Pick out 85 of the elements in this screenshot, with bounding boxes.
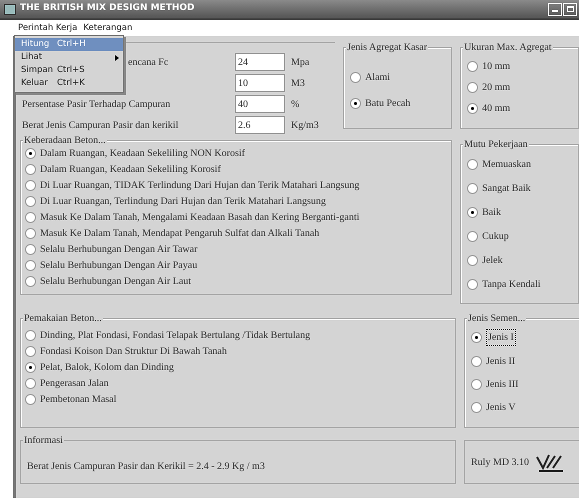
version-text: Ruly MD 3.10: [471, 456, 530, 470]
radio-label: Alami: [365, 71, 390, 85]
radio-button[interactable]: [467, 82, 478, 93]
radio-button[interactable]: [467, 279, 478, 290]
radio-label: Sangat Baik: [482, 182, 531, 196]
radio-button[interactable]: [471, 402, 482, 413]
radio-label: Jenis I: [486, 329, 516, 346]
radio-button[interactable]: [25, 378, 36, 389]
group-title: Mutu Pekerjaan: [463, 137, 529, 152]
unit-label: Kg/m3: [291, 118, 319, 132]
radio-label: 40 mm: [482, 102, 510, 116]
maximize-button[interactable]: [563, 2, 577, 16]
radio-label: Jelek: [482, 254, 503, 268]
radio-label: Tanpa Kendali: [482, 278, 541, 292]
radio-label: Selalu Berhubungan Dengan Air Tawar: [40, 243, 198, 257]
unit-label: M3: [291, 76, 305, 90]
radio-button[interactable]: [467, 183, 478, 194]
radio-button[interactable]: [467, 231, 478, 242]
app-icon: [4, 4, 16, 14]
radio-button[interactable]: [350, 98, 362, 109]
radio-label: Jenis III: [486, 378, 518, 392]
radio-button[interactable]: [467, 159, 478, 170]
radio-button[interactable]: [25, 346, 36, 357]
radio-label: Batu Pecah: [365, 97, 410, 111]
radio-button[interactable]: [25, 228, 36, 239]
window-title: THE BRITISH MIX DESIGN METHOD: [20, 2, 195, 16]
radio-label: Dinding, Plat Fondasi, Fondasi Telapak Bertulang /Tidak Bertulang: [40, 329, 310, 343]
radio-button[interactable]: [25, 164, 36, 175]
radio-label: Pelat, Balok, Kolom dan Dinding: [40, 361, 174, 375]
radio-label: Jenis V: [486, 401, 516, 415]
radio-button[interactable]: [471, 332, 482, 343]
radio-button[interactable]: [25, 180, 36, 191]
group-title: Ukuran Max. Agregat: [463, 40, 553, 55]
radio-label: Dalam Ruangan, Keadaan Sekeliling NON Korosif: [40, 147, 245, 161]
input-field[interactable]: 2.6: [235, 116, 285, 134]
radio-label: Dalam Ruangan, Keadaan Sekeliling Korosif: [40, 163, 221, 177]
radio-button[interactable]: [467, 255, 478, 266]
menu-item[interactable]: Keterangan: [83, 24, 132, 32]
radio-label: Cukup: [482, 230, 509, 244]
radio-label: Di Luar Ruangan, TIDAK Terlindung Dari Hujan dan Terik Matahari Langsung: [40, 179, 360, 193]
radio-button[interactable]: [471, 356, 482, 367]
radio-label: Baik: [482, 206, 501, 220]
radio-label: Selalu Berhubungan Dengan Air Laut: [40, 275, 192, 289]
minimize-button[interactable]: [548, 2, 562, 16]
radio-label: Pembetonan Masal: [40, 393, 116, 407]
radio-button[interactable]: [25, 260, 36, 271]
menu-item[interactable]: Perintah Kerja: [18, 24, 78, 32]
radio-label: Di Luar Ruangan, Terlindung Dari Hujan dan Terik Matahari Langsung: [40, 195, 326, 209]
unit-label: Mpa: [291, 56, 310, 70]
radio-button[interactable]: [25, 330, 36, 341]
dropdown-item[interactable]: Keluar Ctrl+K: [15, 77, 123, 90]
radio-label: 20 mm: [482, 81, 510, 95]
input-field[interactable]: 24: [235, 53, 285, 71]
radio-button[interactable]: [25, 394, 36, 405]
info-text: Berat Jenis Campuran Pasir dan Kerikil = 2.4 - 2.9 Kg / m3: [26, 460, 266, 474]
radio-label: Jenis II: [486, 355, 516, 369]
field-label: encana Fc: [128, 56, 168, 70]
radio-button[interactable]: [467, 61, 478, 72]
radio-label: Fondasi Koison Dan Struktur Di Bawah Tanah: [40, 345, 227, 359]
radio-button[interactable]: [25, 212, 36, 223]
radio-button[interactable]: [467, 207, 478, 218]
field-label: Persentase Pasir Terhadap Campuran: [22, 98, 170, 112]
radio-label: 10 mm: [482, 60, 510, 74]
radio-label: Masuk Ke Dalam Tanah, Mengalami Keadaan Basah dan Kering Berganti-ganti: [40, 211, 360, 225]
field-label: Berat Jenis Campuran Pasir dan kerikil: [22, 118, 178, 132]
unit-label: %: [291, 98, 300, 112]
radio-button[interactable]: [25, 148, 36, 159]
radio-button[interactable]: [350, 72, 362, 83]
radio-button[interactable]: [25, 244, 36, 255]
group-title: Jenis Agregat Kasar: [346, 40, 428, 55]
logo-icon: [535, 452, 566, 472]
submenu-arrow-icon: [115, 54, 119, 60]
radio-label: Masuk Ke Dalam Tanah, Mendapat Pengaruh Sulfat dan Alkali Tanah: [40, 227, 320, 241]
input-field[interactable]: 10: [235, 74, 285, 92]
input-field[interactable]: 40: [235, 95, 285, 113]
dropdown-item[interactable]: Lihat: [15, 51, 123, 64]
radio-label: Selalu Berhubungan Dengan Air Payau: [40, 259, 198, 273]
radio-button[interactable]: [25, 196, 36, 207]
radio-label: Pengerasan Jalan: [40, 377, 109, 391]
radio-button[interactable]: [467, 103, 478, 114]
dropdown-item[interactable]: Simpan Ctrl+S: [15, 64, 123, 77]
radio-label: Memuaskan: [482, 158, 531, 172]
radio-button[interactable]: [25, 362, 36, 373]
radio-button[interactable]: [25, 276, 36, 287]
radio-button[interactable]: [471, 379, 482, 390]
